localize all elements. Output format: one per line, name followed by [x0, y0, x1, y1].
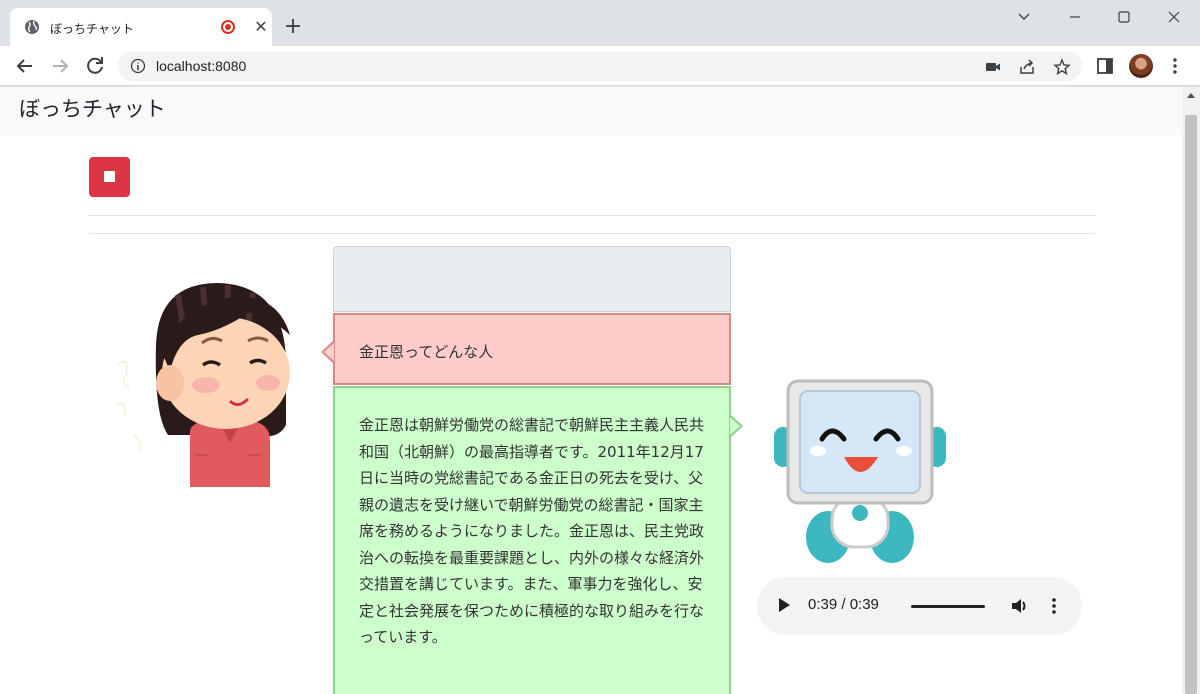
bot-message-text: 金正恩は朝鮮労働党の総書記で朝鮮民主主義人民共和国（北朝鮮）の最高指導者です。2… — [359, 416, 705, 646]
recording-icon — [221, 20, 235, 34]
navbar: ぼっちチャット — [0, 87, 1182, 135]
tab-search-button[interactable] — [1001, 6, 1047, 28]
more-options-icon[interactable] — [1044, 596, 1064, 616]
divider — [89, 233, 1095, 234]
new-tab-button[interactable]: + — [280, 14, 306, 40]
back-arrow-icon[interactable] — [13, 54, 37, 78]
browser-tab[interactable]: ぼっちチャット ✕ — [10, 8, 272, 46]
forward-arrow-icon[interactable] — [48, 54, 72, 78]
address-url: localhost:8080 — [156, 58, 247, 74]
vertical-scrollbar[interactable] — [1182, 87, 1200, 694]
camera-icon[interactable] — [984, 58, 1002, 76]
close-window-button[interactable] — [1151, 6, 1197, 28]
scrollbar-thumb[interactable] — [1185, 115, 1197, 694]
navbar-brand[interactable]: ぼっちチャット — [19, 93, 166, 123]
user-message-bubble: 金正恩ってどんな人 — [321, 313, 731, 385]
audio-progress-bar[interactable] — [911, 605, 985, 608]
globe-icon — [25, 20, 39, 34]
close-tab-icon[interactable]: ✕ — [250, 16, 272, 38]
share-icon[interactable] — [1018, 58, 1036, 76]
message-input[interactable] — [333, 246, 731, 312]
info-icon[interactable] — [130, 58, 146, 74]
stop-button[interactable] — [89, 157, 130, 197]
audio-player: 0:39 / 0:39 — [757, 577, 1082, 635]
minimize-icon — [1070, 16, 1080, 18]
browser-tabbar: ぼっちチャット ✕ + — [0, 0, 1200, 46]
profile-avatar[interactable] — [1129, 54, 1153, 78]
kebab-menu-icon[interactable] — [1165, 56, 1185, 76]
tab-title: ぼっちチャット — [50, 22, 134, 36]
reload-icon[interactable] — [83, 54, 107, 78]
close-icon — [1168, 11, 1180, 23]
user-avatar-illustration — [115, 283, 290, 487]
minimize-button[interactable] — [1052, 6, 1098, 28]
user-message-text: 金正恩ってどんな人 — [359, 343, 494, 361]
volume-icon[interactable] — [1009, 596, 1029, 616]
maximize-button[interactable] — [1101, 6, 1147, 28]
stop-icon — [104, 171, 115, 182]
chevron-down-icon — [1018, 13, 1030, 20]
maximize-icon — [1118, 11, 1130, 23]
side-panel-icon[interactable] — [1095, 56, 1115, 76]
divider — [89, 215, 1095, 216]
page-viewport: ぼっちチャット 金正恩ってどんな人 金正恩は朝鮮労働党の総書記で朝鮮民主主義人民… — [0, 87, 1200, 694]
bookmark-star-icon[interactable] — [1053, 58, 1071, 76]
browser-toolbar: localhost:8080 — [0, 46, 1200, 86]
address-bar[interactable]: localhost:8080 — [118, 51, 1082, 81]
play-icon[interactable] — [779, 598, 790, 612]
audio-time: 0:39 / 0:39 — [808, 596, 879, 613]
bot-message-bubble: 金正恩は朝鮮労働党の総書記で朝鮮民主主義人民共和国（北朝鮮）の最高指導者です。2… — [333, 386, 743, 694]
scroll-up-icon[interactable] — [1187, 93, 1195, 98]
bot-avatar-illustration — [774, 379, 946, 563]
